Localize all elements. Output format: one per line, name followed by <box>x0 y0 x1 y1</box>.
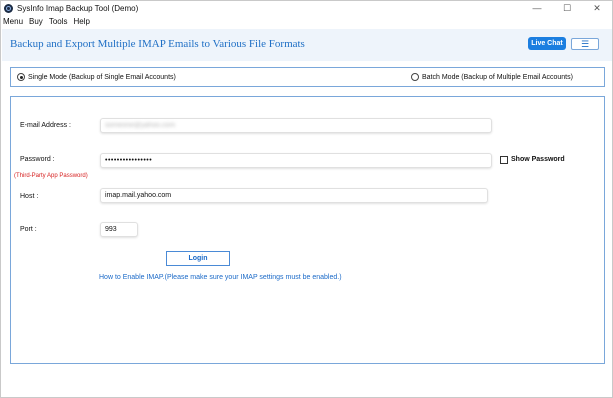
host-value: imap.mail.yahoo.com <box>105 192 172 199</box>
single-mode-label: Single Mode (Backup of Single Email Acco… <box>28 73 176 81</box>
single-mode-option[interactable]: Single Mode (Backup of Single Email Acco… <box>17 73 176 81</box>
menu-item-help[interactable]: Help <box>74 17 90 26</box>
email-value: someone@yahoo.com <box>105 122 176 129</box>
close-button[interactable]: ✕ <box>582 1 612 15</box>
password-value: •••••••••••••••• <box>105 157 153 164</box>
mode-selector: Single Mode (Backup of Single Email Acco… <box>10 67 605 87</box>
port-label: Port : <box>20 226 37 233</box>
email-field[interactable]: someone@yahoo.com <box>100 118 492 133</box>
title-bar: SysInfo Imap Backup Tool (Demo) — ☐ ✕ <box>1 1 612 15</box>
show-password-label: Show Password <box>511 156 565 163</box>
menu-bar: Menu Buy Tools Help <box>1 15 96 28</box>
host-label: Host : <box>20 193 39 200</box>
window-title: SysInfo Imap Backup Tool (Demo) <box>17 3 139 13</box>
page-title: Backup and Export Multiple IMAP Emails t… <box>10 38 305 50</box>
password-hint: (Third-Party App Password) <box>14 173 88 179</box>
minimize-button[interactable]: — <box>522 1 552 15</box>
window-controls: — ☐ ✕ <box>522 1 612 15</box>
app-window: SysInfo Imap Backup Tool (Demo) — ☐ ✕ Me… <box>0 0 613 398</box>
host-field[interactable]: imap.mail.yahoo.com <box>100 188 488 203</box>
batch-mode-label: Batch Mode (Backup of Multiple Email Acc… <box>422 73 573 81</box>
menu-item-tools[interactable]: Tools <box>49 17 68 26</box>
hamburger-icon: ☰ <box>580 38 590 49</box>
header-banner: Backup and Export Multiple IMAP Emails t… <box>2 29 612 61</box>
login-button[interactable]: Login <box>166 251 230 266</box>
single-mode-radio[interactable] <box>17 73 25 81</box>
show-password-checkbox[interactable] <box>500 156 508 164</box>
batch-mode-radio[interactable] <box>411 73 419 81</box>
hamburger-menu-button[interactable]: ☰ <box>571 38 599 50</box>
port-field[interactable]: 993 <box>100 222 138 237</box>
port-value: 993 <box>105 226 117 233</box>
enable-imap-help-link[interactable]: How to Enable IMAP.(Please make sure you… <box>99 274 342 281</box>
email-label: E-mail Address : <box>20 122 71 129</box>
maximize-button[interactable]: ☐ <box>552 1 582 15</box>
batch-mode-option[interactable]: Batch Mode (Backup of Multiple Email Acc… <box>411 73 573 81</box>
menu-item-buy[interactable]: Buy <box>29 17 43 26</box>
password-label: Password : <box>20 156 55 163</box>
app-logo-icon <box>4 3 13 13</box>
live-chat-button[interactable]: Live Chat <box>528 37 566 50</box>
password-field[interactable]: •••••••••••••••• <box>100 153 492 168</box>
menu-item-menu[interactable]: Menu <box>3 17 23 26</box>
